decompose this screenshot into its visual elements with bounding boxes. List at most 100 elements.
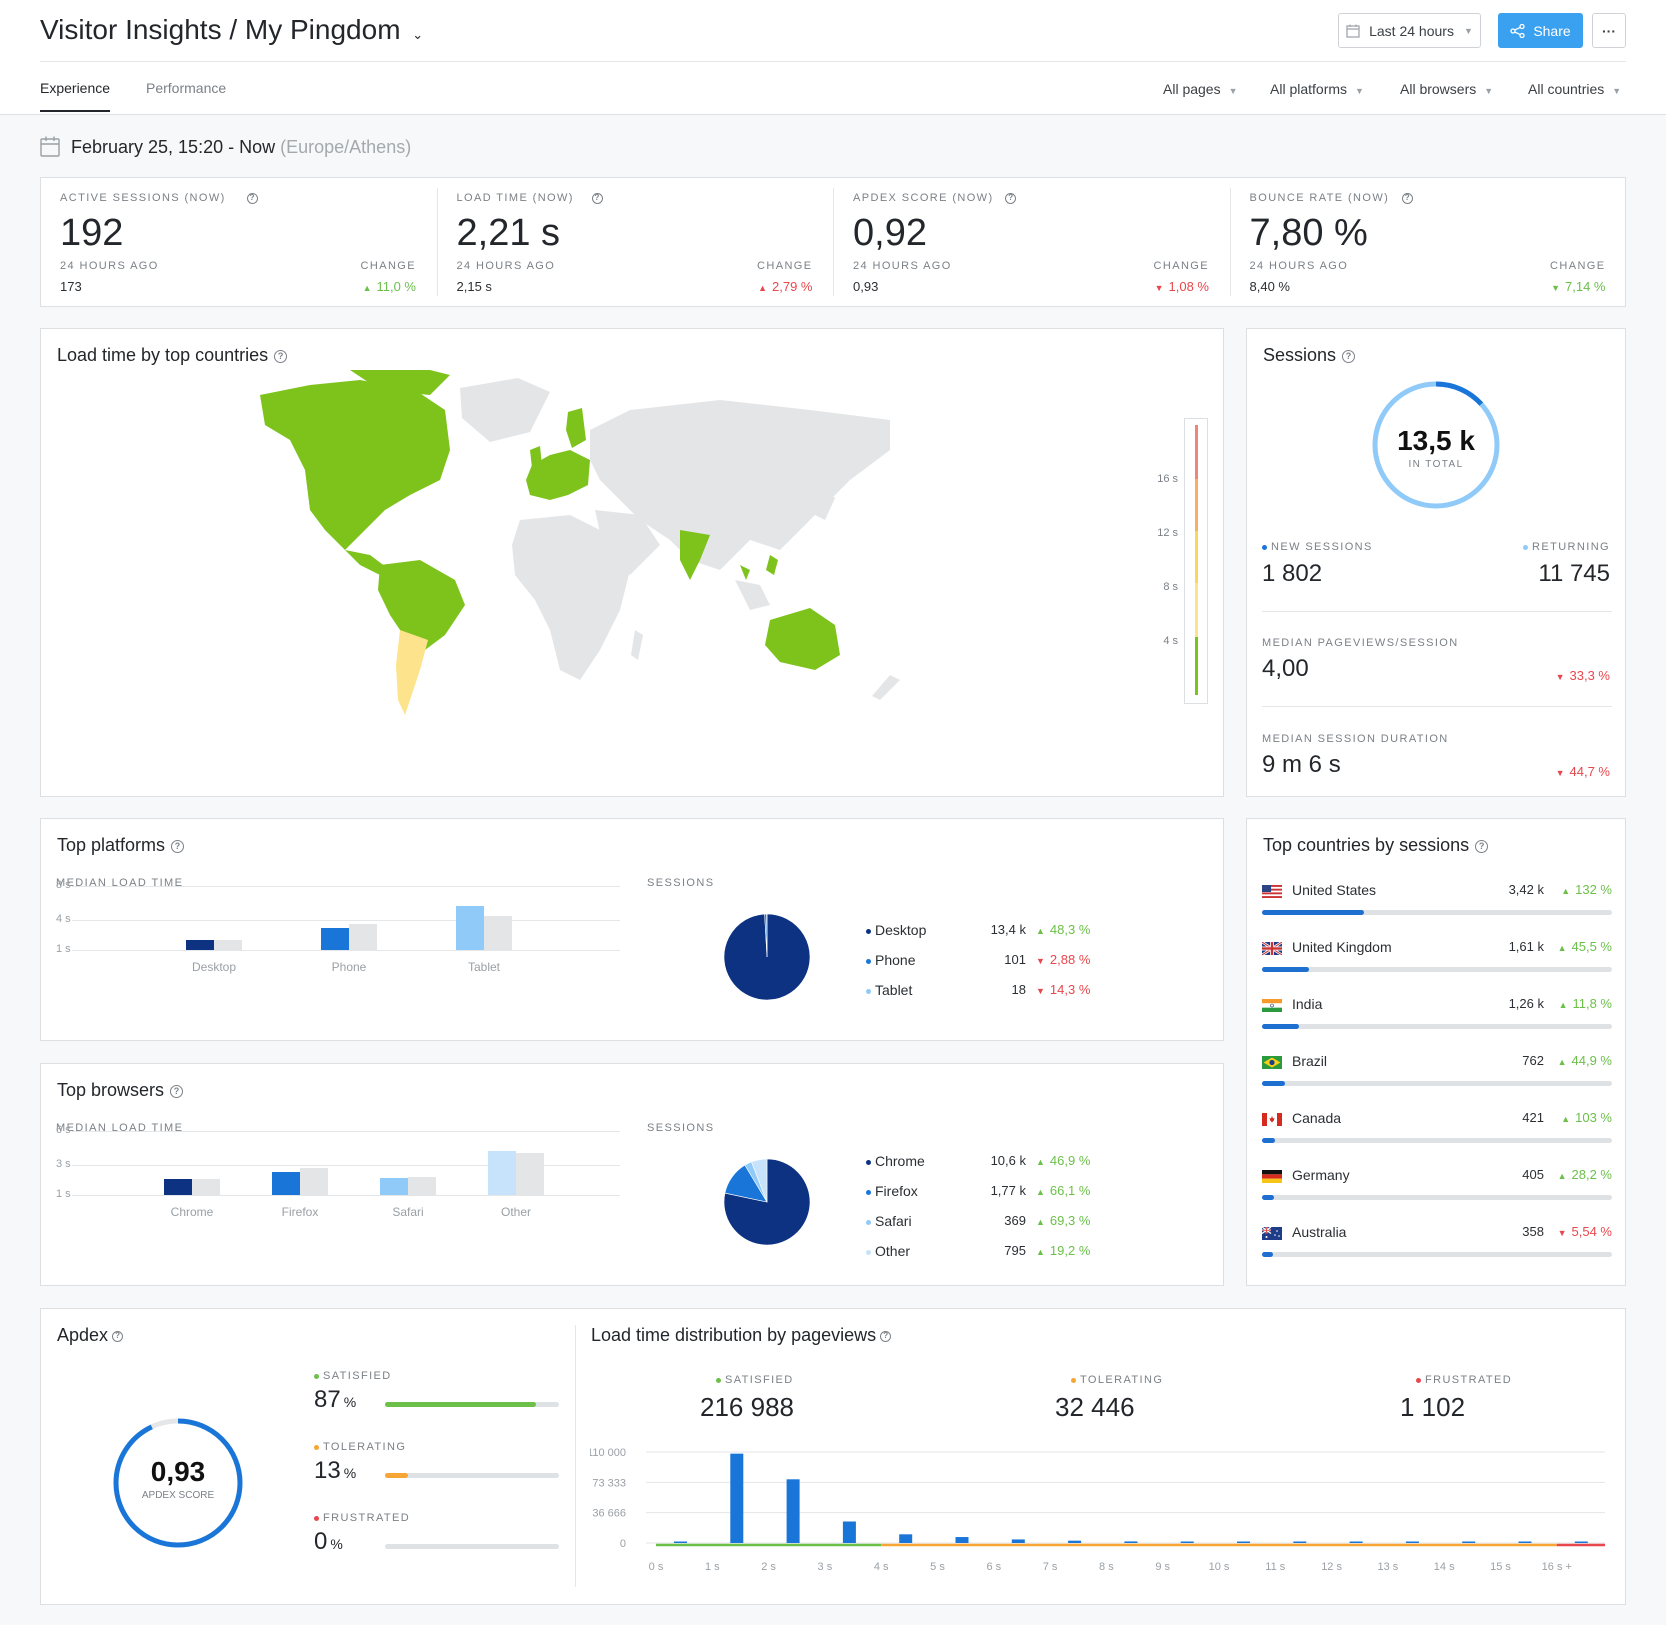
kpi-ago-label: 24 HOURS AGO [1249, 260, 1349, 272]
country-row[interactable]: Australia 358 5,54 % [1262, 1224, 1612, 1264]
country-sessions: 358 [1522, 1224, 1544, 1239]
kpi-separator [833, 188, 834, 296]
bar-safari-now[interactable] [380, 1177, 408, 1195]
browsers-sessions-label: SESSIONS [647, 1122, 715, 1134]
country-row[interactable]: Germany 405 28,2 % [1262, 1167, 1612, 1207]
country-row[interactable]: Brazil 762 44,9 % [1262, 1053, 1612, 1093]
bar-other-prev[interactable] [516, 1153, 544, 1195]
apdex-tolerating-pct: 13% [314, 1457, 356, 1485]
help-icon[interactable]: ? [1475, 839, 1489, 853]
country-share-track [1262, 1138, 1612, 1143]
distribution-bar[interactable] [1405, 1541, 1419, 1544]
distribution-bar[interactable] [1124, 1541, 1138, 1543]
distribution-bar[interactable] [1293, 1541, 1307, 1544]
platforms-pie [723, 913, 811, 1001]
status-dot [314, 1444, 319, 1450]
help-icon[interactable]: ? [112, 1330, 124, 1342]
distribution-bar[interactable] [955, 1537, 969, 1543]
legend-item-chrome[interactable]: Chrome [866, 1153, 925, 1169]
apdex-divider [575, 1325, 576, 1587]
distribution-bar[interactable] [1349, 1541, 1363, 1544]
bar-firefox-now[interactable] [272, 1171, 300, 1195]
distribution-bar[interactable] [1462, 1541, 1476, 1544]
bar-chrome-prev[interactable] [192, 1179, 220, 1195]
legend-label: 8 s [1163, 581, 1178, 593]
legend-item-firefox[interactable]: Firefox [866, 1183, 918, 1199]
distribution-bar[interactable] [786, 1479, 800, 1543]
bar-safari-prev[interactable] [408, 1176, 436, 1195]
returning-dot [1523, 544, 1528, 550]
tab-experience[interactable]: Experience [40, 80, 111, 112]
country-share-track [1262, 1024, 1612, 1029]
distribution-bar[interactable] [1574, 1541, 1588, 1544]
bar-tablet-now[interactable] [456, 906, 484, 950]
distribution-bar[interactable] [1011, 1539, 1025, 1543]
date-range-button[interactable]: Last 24 hours ▼ [1338, 13, 1481, 48]
bar-chrome-now[interactable] [164, 1179, 192, 1195]
distribution-title-text: Load time distribution by pageviews [591, 1325, 877, 1345]
help-icon[interactable]: ? [1342, 349, 1356, 363]
help-icon[interactable]: ? [880, 1330, 892, 1342]
help-icon[interactable]: ? [246, 193, 258, 204]
bar-firefox-prev[interactable] [300, 1168, 328, 1195]
country-row[interactable]: Canada 421 103 % [1262, 1110, 1612, 1150]
bar-tablet-prev[interactable] [484, 916, 512, 950]
dist-summary-label: TOLERATING [1080, 1374, 1164, 1386]
map-new-zealand [872, 675, 900, 700]
help-icon[interactable]: ? [170, 1084, 184, 1098]
y-tick-label: 1 s [56, 943, 71, 955]
help-icon[interactable]: ? [1401, 193, 1413, 204]
bar-other-now[interactable] [488, 1151, 516, 1195]
apdex-row-label: FRUSTRATED [323, 1512, 411, 1524]
filter-countries-label: All countries [1528, 81, 1605, 97]
kpi-change-value: 1,08 % [1155, 279, 1209, 294]
more-options-button[interactable]: ··· [1592, 13, 1626, 48]
chevron-down-icon[interactable]: ⌄ [412, 27, 423, 42]
help-icon[interactable]: ? [274, 349, 288, 363]
help-icon[interactable]: ? [171, 839, 185, 853]
tab-performance[interactable]: Performance [146, 80, 226, 96]
category-label: Safari [392, 1205, 424, 1219]
help-icon[interactable]: ? [1005, 193, 1017, 204]
filter-browsers[interactable]: All browsers ▼ [1400, 81, 1493, 97]
distribution-bar[interactable] [1068, 1540, 1082, 1543]
apdex-satisfied-pct: 87% [314, 1386, 356, 1414]
bar-phone-now[interactable] [321, 927, 349, 950]
distribution-bar[interactable] [1180, 1541, 1194, 1544]
distribution-bar[interactable] [674, 1541, 687, 1544]
bar-desktop-now[interactable] [186, 939, 214, 950]
legend-item-tablet[interactable]: Tablet [866, 982, 912, 998]
legend-sessions: 10,6 k [990, 1153, 1026, 1168]
legend-item-phone[interactable]: Phone [866, 952, 915, 968]
distribution-bar[interactable] [1237, 1541, 1250, 1544]
date-range-text: February 25, 15:20 - Now (Europe/Athens) [71, 137, 411, 158]
median-duration-label: MEDIAN SESSION DURATION [1262, 733, 1449, 745]
y-tick-label: 0 [620, 1538, 626, 1550]
country-row[interactable]: India 1,26 k 11,8 % [1262, 996, 1612, 1036]
distribution-bar[interactable] [842, 1521, 856, 1543]
legend-item-other[interactable]: Other [866, 1243, 910, 1259]
x-tick-label: 5 s [930, 1561, 945, 1573]
distribution-bar[interactable] [899, 1534, 913, 1543]
legend-item-desktop[interactable]: Desktop [866, 922, 926, 938]
apdex-title-text: Apdex [57, 1325, 109, 1345]
kpi-change-label: CHANGE [1550, 260, 1606, 272]
country-row[interactable]: United States 3,42 k 132 % [1262, 882, 1612, 922]
country-name: Canada [1292, 1110, 1342, 1126]
legend-change: 66,1 % [1036, 1183, 1090, 1198]
share-button[interactable]: Share [1498, 13, 1583, 48]
country-row[interactable]: United Kingdom 1,61 k 45,5 % [1262, 939, 1612, 979]
filter-countries[interactable]: All countries ▼ [1528, 81, 1621, 97]
kpi-ago-value: 2,15 s [456, 279, 492, 294]
bar-phone-prev[interactable] [349, 924, 377, 950]
help-icon[interactable]: ? [591, 193, 603, 204]
distribution-bar[interactable] [730, 1453, 744, 1543]
y-tick-label: 8 s [56, 879, 71, 891]
filter-platforms[interactable]: All platforms ▼ [1270, 81, 1364, 97]
page-title[interactable]: Visitor Insights / My Pingdom ⌄ [40, 14, 423, 46]
distribution-bar[interactable] [1518, 1541, 1532, 1544]
bar-desktop-prev[interactable] [214, 939, 242, 950]
filter-pages[interactable]: All pages ▼ [1163, 81, 1238, 97]
uk-flag-icon [1262, 942, 1282, 955]
legend-item-safari[interactable]: Safari [866, 1213, 912, 1229]
